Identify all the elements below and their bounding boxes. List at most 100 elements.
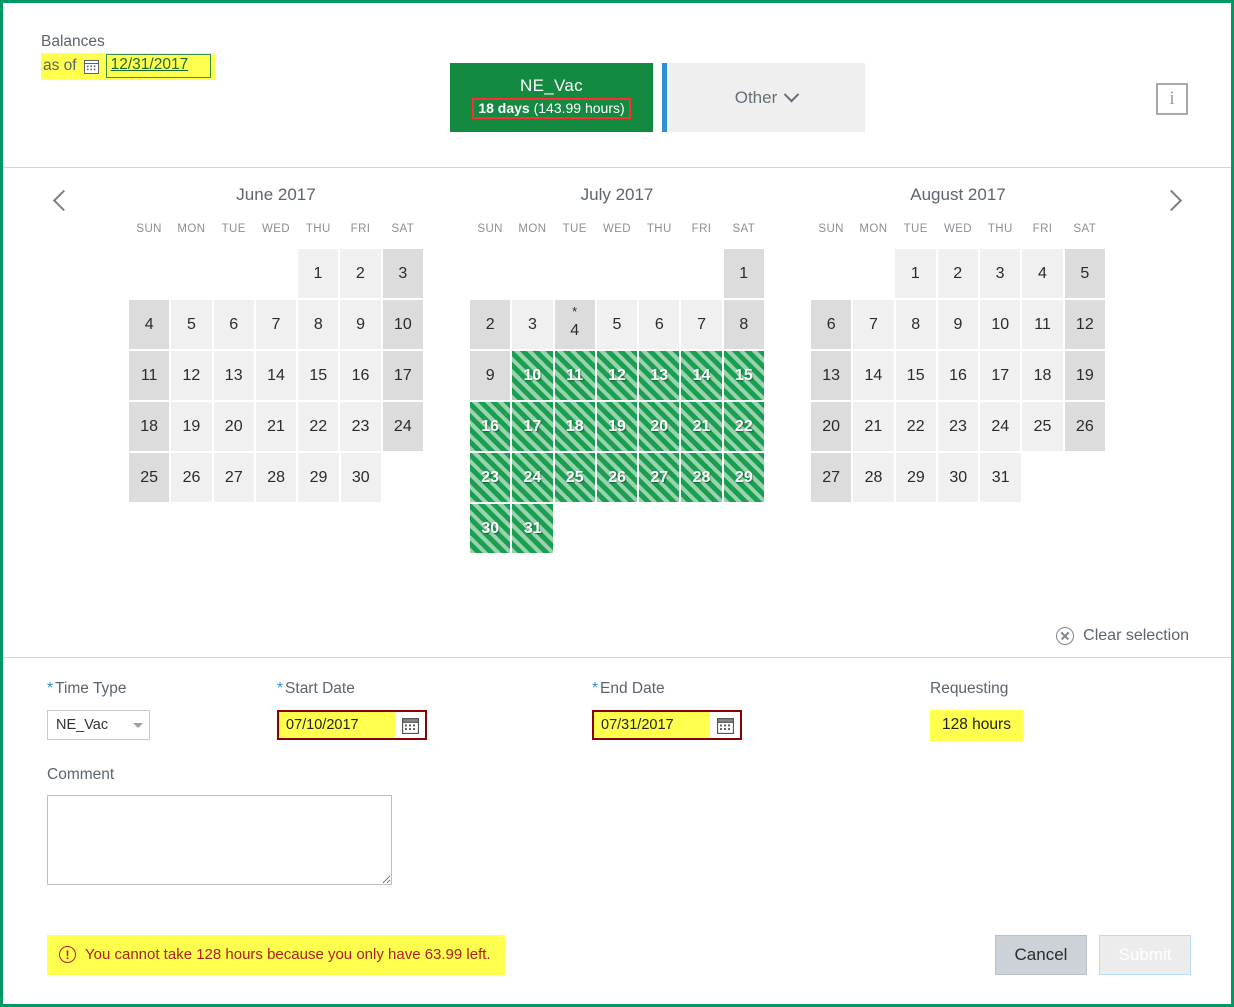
info-icon[interactable]: i xyxy=(1156,83,1188,115)
day-cell[interactable]: 5 xyxy=(170,299,213,350)
day-cell[interactable]: 8 xyxy=(297,299,340,350)
day-cell[interactable]: 12 xyxy=(1063,299,1106,350)
day-cell[interactable]: 19 xyxy=(595,401,639,452)
day-cell[interactable]: 24 xyxy=(979,401,1022,452)
day-cell[interactable]: 26 xyxy=(595,452,639,503)
day-cell[interactable]: 4 xyxy=(1021,248,1064,299)
day-cell[interactable]: 11 xyxy=(128,350,171,401)
day-cell[interactable]: 7 xyxy=(254,299,298,350)
day-cell[interactable]: 27 xyxy=(638,452,681,503)
end-date-input[interactable]: 07/31/2017 xyxy=(592,710,742,740)
day-cell[interactable]: 23 xyxy=(936,401,980,452)
day-cell[interactable]: 14 xyxy=(254,350,298,401)
day-cell[interactable]: 29 xyxy=(894,452,938,503)
day-cell[interactable]: 23 xyxy=(469,452,512,503)
day-cell[interactable]: 20 xyxy=(810,401,853,452)
tab-other[interactable]: Other xyxy=(662,63,865,132)
day-cell[interactable]: 13 xyxy=(810,350,853,401)
day-cell[interactable]: 10 xyxy=(381,299,424,350)
day-cell[interactable]: 23 xyxy=(339,401,382,452)
day-cell[interactable]: 13 xyxy=(638,350,681,401)
day-cell[interactable]: 29 xyxy=(297,452,340,503)
day-cell[interactable]: 2 xyxy=(936,248,979,299)
day-cell[interactable]: 15 xyxy=(894,350,937,401)
day-cell[interactable]: 16 xyxy=(936,350,980,401)
calendar-icon[interactable] xyxy=(395,712,425,738)
day-cell[interactable]: 2 xyxy=(339,248,382,299)
day-cell[interactable]: 31 xyxy=(979,452,1022,503)
day-cell[interactable]: 15 xyxy=(297,350,340,401)
day-cell[interactable]: 16 xyxy=(339,350,382,401)
day-cell[interactable]: 3 xyxy=(381,248,424,299)
day-cell[interactable]: 28 xyxy=(852,452,895,503)
day-cell[interactable]: 21 xyxy=(852,401,895,452)
day-cell[interactable]: 6 xyxy=(638,299,681,350)
day-cell[interactable]: 31 xyxy=(511,503,554,554)
day-cell[interactable]: 4 xyxy=(128,299,171,350)
day-cell[interactable]: 21 xyxy=(680,401,723,452)
day-cell[interactable]: 21 xyxy=(254,401,298,452)
day-cell[interactable]: 2 xyxy=(469,299,512,350)
day-cell[interactable]: 10 xyxy=(511,350,554,401)
day-cell[interactable]: 8 xyxy=(894,299,937,350)
day-cell[interactable]: 30 xyxy=(469,503,512,554)
day-cell[interactable]: 14 xyxy=(680,350,723,401)
day-cell[interactable]: 6 xyxy=(810,299,853,350)
day-cell[interactable]: 11 xyxy=(1021,299,1064,350)
day-cell[interactable]: 25 xyxy=(1021,401,1064,452)
day-cell[interactable]: 28 xyxy=(254,452,298,503)
day-cell[interactable]: 5 xyxy=(1063,248,1106,299)
day-cell[interactable]: 24 xyxy=(511,452,554,503)
day-cell[interactable]: 26 xyxy=(170,452,213,503)
day-cell[interactable]: 10 xyxy=(979,299,1022,350)
day-cell[interactable]: 17 xyxy=(511,401,554,452)
day-cell[interactable]: 5 xyxy=(595,299,639,350)
day-cell[interactable]: 25 xyxy=(553,452,596,503)
day-cell[interactable]: 30 xyxy=(937,452,980,503)
day-cell[interactable]: 30 xyxy=(339,452,382,503)
day-cell[interactable]: 15 xyxy=(722,350,765,401)
day-cell[interactable]: 9 xyxy=(936,299,980,350)
day-cell[interactable]: 26 xyxy=(1063,401,1106,452)
day-cell[interactable]: 27 xyxy=(810,452,853,503)
prev-month-button[interactable] xyxy=(43,180,83,554)
day-cell[interactable]: 1 xyxy=(296,248,340,299)
as-of-date-link[interactable]: 12/31/2017 xyxy=(105,54,211,79)
tab-ne-vac[interactable]: NE_Vac 18 days (143.99 hours) xyxy=(450,63,653,132)
day-cell[interactable]: * 4 xyxy=(553,299,596,350)
day-cell[interactable]: 13 xyxy=(212,350,255,401)
day-cell[interactable]: 17 xyxy=(979,350,1022,401)
next-month-button[interactable] xyxy=(1151,180,1191,554)
day-cell[interactable]: 29 xyxy=(722,452,765,503)
day-cell[interactable]: 1 xyxy=(722,248,766,299)
day-cell[interactable]: 20 xyxy=(212,401,255,452)
day-cell[interactable]: 14 xyxy=(852,350,895,401)
comment-input[interactable] xyxy=(47,795,392,885)
day-cell[interactable]: 27 xyxy=(212,452,255,503)
day-cell[interactable]: 7 xyxy=(852,299,895,350)
day-cell[interactable]: 28 xyxy=(680,452,723,503)
day-cell[interactable]: 1 xyxy=(894,248,937,299)
day-cell[interactable]: 18 xyxy=(553,401,596,452)
cancel-button[interactable]: Cancel xyxy=(995,935,1087,975)
day-cell[interactable]: 20 xyxy=(638,401,681,452)
day-cell[interactable]: 3 xyxy=(511,299,554,350)
clear-selection-button[interactable]: Clear selection xyxy=(1056,627,1189,645)
start-date-input[interactable]: 07/10/2017 xyxy=(277,710,427,740)
day-cell[interactable]: 11 xyxy=(553,350,596,401)
day-cell[interactable]: 8 xyxy=(722,299,765,350)
day-cell[interactable]: 3 xyxy=(978,248,1022,299)
day-cell[interactable]: 19 xyxy=(170,401,213,452)
calendar-icon[interactable] xyxy=(710,712,740,738)
day-cell[interactable]: 7 xyxy=(680,299,723,350)
day-cell[interactable]: 22 xyxy=(894,401,937,452)
day-cell[interactable]: 22 xyxy=(722,401,765,452)
day-cell[interactable]: 19 xyxy=(1063,350,1106,401)
day-cell[interactable]: 12 xyxy=(595,350,639,401)
day-cell[interactable]: 17 xyxy=(381,350,424,401)
day-cell[interactable]: 22 xyxy=(297,401,340,452)
day-cell[interactable]: 6 xyxy=(212,299,255,350)
time-type-select[interactable]: NE_Vac xyxy=(47,710,150,740)
day-cell[interactable]: 25 xyxy=(128,452,171,503)
day-cell[interactable]: 18 xyxy=(1021,350,1064,401)
